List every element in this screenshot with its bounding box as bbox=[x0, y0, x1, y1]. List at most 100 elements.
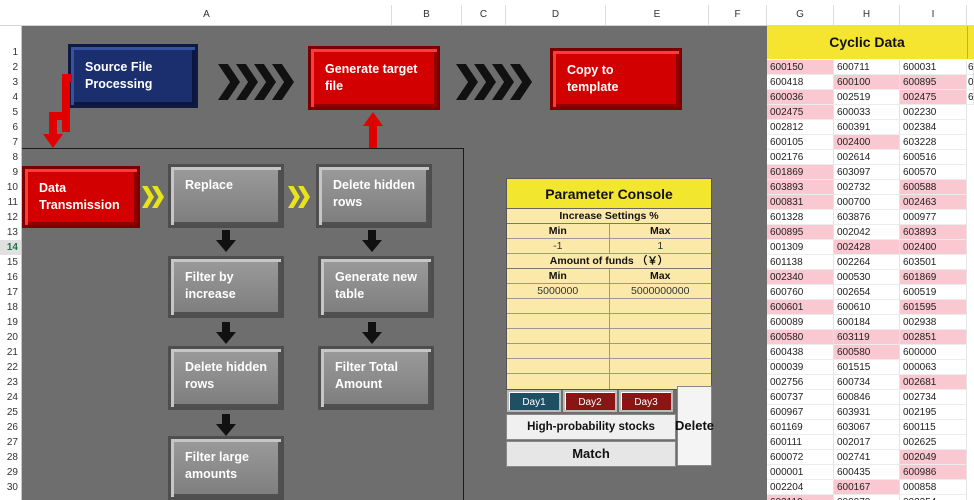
stock-code-cell[interactable]: 002851 bbox=[900, 330, 967, 345]
stock-code-cell[interactable]: 600033 bbox=[834, 105, 900, 120]
stock-code-cell[interactable]: 603228 bbox=[900, 135, 967, 150]
stock-code-cell[interactable]: 600737 bbox=[767, 390, 834, 405]
stock-code-cell[interactable]: 600031 bbox=[900, 60, 967, 75]
increase-max-cell[interactable]: 1 bbox=[610, 239, 712, 253]
stock-code-cell[interactable]: 603893 bbox=[767, 180, 834, 195]
day3-button[interactable]: Day3 bbox=[619, 390, 673, 412]
stock-code-cell[interactable]: 600986 bbox=[900, 465, 967, 480]
stock-code-cell[interactable]: 000977 bbox=[900, 210, 967, 225]
stock-code-cell[interactable]: 002741 bbox=[834, 450, 900, 465]
stock-code-cell[interactable]: 002812 bbox=[767, 120, 834, 135]
stock-code-cell[interactable]: 600601 bbox=[767, 300, 834, 315]
stock-code-cell[interactable]: 600418 bbox=[767, 75, 834, 90]
column-header-g[interactable]: G bbox=[767, 5, 834, 25]
stock-code-cell[interactable]: 603097 bbox=[834, 165, 900, 180]
stock-code-cell[interactable]: 600438 bbox=[767, 345, 834, 360]
row-header[interactable]: 28 bbox=[0, 450, 21, 465]
stock-code-cell[interactable]: 600000 bbox=[900, 345, 967, 360]
row-header[interactable]: 15 bbox=[0, 255, 21, 270]
column-header-f[interactable]: F bbox=[709, 5, 767, 25]
row-header[interactable]: 20 bbox=[0, 330, 21, 345]
stock-code-cell[interactable]: 601595 bbox=[900, 300, 967, 315]
stock-code-cell[interactable]: 002017 bbox=[834, 435, 900, 450]
copy-to-template-button[interactable]: Copy to template bbox=[550, 48, 682, 110]
stock-code-cell[interactable]: 600895 bbox=[900, 75, 967, 90]
row-header[interactable]: 2 bbox=[0, 60, 21, 75]
row-header[interactable]: 30 bbox=[0, 480, 21, 495]
stock-code-cell[interactable]: 002938 bbox=[900, 315, 967, 330]
filter-large-amounts-button[interactable]: Filter large amounts bbox=[168, 436, 284, 500]
stock-code-cell[interactable]: 002354 bbox=[900, 495, 967, 500]
row-header[interactable]: 12 bbox=[0, 210, 21, 225]
delete-button[interactable]: Delete bbox=[675, 386, 714, 466]
row-header[interactable]: 27 bbox=[0, 435, 21, 450]
stock-code-cell[interactable]: 601869 bbox=[767, 165, 834, 180]
stock-code-cell[interactable]: 002340 bbox=[767, 270, 834, 285]
row-header[interactable]: 21 bbox=[0, 345, 21, 360]
stock-code-cell[interactable]: 002625 bbox=[900, 435, 967, 450]
stock-code-cell[interactable]: 002654 bbox=[834, 285, 900, 300]
stock-code-cell[interactable]: 600105 bbox=[767, 135, 834, 150]
stock-code-cell[interactable]: 600435 bbox=[834, 465, 900, 480]
data-transmission-button[interactable]: Data Transmission bbox=[22, 166, 140, 228]
row-header[interactable]: 23 bbox=[0, 375, 21, 390]
row-header[interactable]: 17 bbox=[0, 285, 21, 300]
stock-code-cell[interactable]: 002734 bbox=[900, 390, 967, 405]
column-header-e[interactable]: E bbox=[606, 5, 709, 25]
stock-code-cell[interactable]: 600580 bbox=[767, 330, 834, 345]
stock-code-cell[interactable]: 002428 bbox=[834, 240, 900, 255]
stock-code-cell[interactable]: 600111 bbox=[767, 435, 834, 450]
stock-code-cell[interactable]: 603931 bbox=[834, 405, 900, 420]
stock-code-cell[interactable]: 002264 bbox=[834, 255, 900, 270]
stock-code-cell[interactable]: 600391 bbox=[834, 120, 900, 135]
stock-code-cell[interactable]: 600072 bbox=[767, 450, 834, 465]
stock-code-cell[interactable]: 601869 bbox=[900, 270, 967, 285]
stock-code-cell[interactable]: 601138 bbox=[767, 255, 834, 270]
column-header-a[interactable]: A bbox=[22, 5, 392, 25]
stock-code-cell[interactable]: 603876 bbox=[834, 210, 900, 225]
column-j-cell[interactable]: 0 bbox=[967, 75, 974, 90]
stock-code-cell[interactable]: 603893 bbox=[900, 225, 967, 240]
stock-code-cell[interactable]: 002384 bbox=[900, 120, 967, 135]
row-header[interactable]: 4 bbox=[0, 90, 21, 105]
delete-hidden-rows-button[interactable]: Delete hidden rows bbox=[168, 346, 284, 410]
delete-hidden-rows-top-button[interactable]: Delete hidden rows bbox=[316, 164, 432, 228]
stock-code-cell[interactable]: 600734 bbox=[834, 375, 900, 390]
stock-code-cell[interactable]: 600580 bbox=[834, 345, 900, 360]
stock-code-cell[interactable]: 002176 bbox=[767, 150, 834, 165]
replace-button[interactable]: Replace bbox=[168, 164, 284, 228]
stock-code-cell[interactable]: 002681 bbox=[900, 375, 967, 390]
stock-code-cell[interactable]: 002756 bbox=[767, 375, 834, 390]
column-header-c[interactable]: C bbox=[462, 5, 506, 25]
row-header[interactable]: 13 bbox=[0, 225, 21, 240]
stock-code-cell[interactable]: 002614 bbox=[834, 150, 900, 165]
source-file-processing-button[interactable]: Source File Processing bbox=[68, 44, 198, 108]
row-header[interactable]: 6 bbox=[0, 120, 21, 135]
stock-code-cell[interactable]: 601515 bbox=[834, 360, 900, 375]
stock-code-cell[interactable]: 002732 bbox=[834, 180, 900, 195]
stock-code-cell[interactable]: 600760 bbox=[767, 285, 834, 300]
match-button[interactable]: Match bbox=[506, 441, 676, 467]
row-header[interactable]: 24 bbox=[0, 390, 21, 405]
row-header[interactable]: 8 bbox=[0, 150, 21, 165]
stock-code-cell[interactable]: 000530 bbox=[834, 270, 900, 285]
increase-min-cell[interactable]: -1 bbox=[507, 239, 610, 253]
row-header[interactable]: 26 bbox=[0, 420, 21, 435]
stock-code-cell[interactable]: 600167 bbox=[834, 480, 900, 495]
stock-code-cell[interactable]: 002475 bbox=[767, 105, 834, 120]
column-header-i[interactable]: I bbox=[900, 5, 967, 25]
stock-code-cell[interactable]: 600184 bbox=[834, 315, 900, 330]
stock-code-cell[interactable]: 603119 bbox=[834, 330, 900, 345]
stock-code-cell[interactable]: 000700 bbox=[834, 195, 900, 210]
funds-min-cell[interactable]: 5000000 bbox=[507, 284, 610, 298]
stock-code-cell[interactable]: 000858 bbox=[900, 480, 967, 495]
day2-button[interactable]: Day2 bbox=[563, 390, 617, 412]
stock-code-cell[interactable]: 600895 bbox=[767, 225, 834, 240]
stock-code-cell[interactable]: 000063 bbox=[900, 360, 967, 375]
stock-code-cell[interactable]: 002042 bbox=[834, 225, 900, 240]
stock-code-cell[interactable]: 002400 bbox=[900, 240, 967, 255]
stock-code-cell[interactable]: 000001 bbox=[767, 465, 834, 480]
row-header[interactable]: 10 bbox=[0, 180, 21, 195]
stock-code-cell[interactable]: 002195 bbox=[900, 405, 967, 420]
row-header[interactable]: 19 bbox=[0, 315, 21, 330]
